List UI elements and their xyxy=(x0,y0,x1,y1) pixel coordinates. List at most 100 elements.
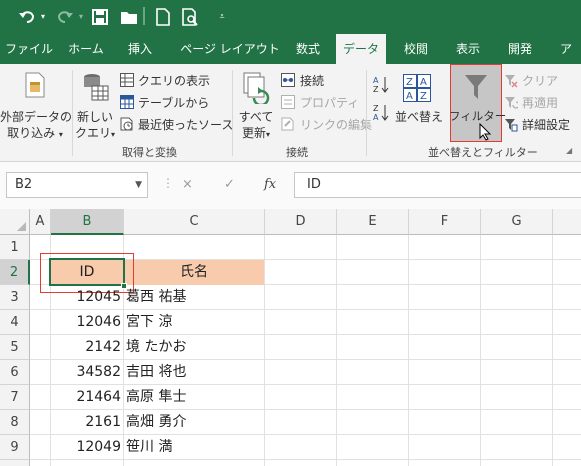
cell-b7[interactable]: 21464 xyxy=(51,385,123,409)
new-query-button[interactable]: 新しい クエリ▾ xyxy=(74,68,116,142)
from-table-button[interactable]: テーブルから xyxy=(118,94,228,112)
sort-button[interactable]: ZAAZ 並べ替え xyxy=(394,68,444,142)
group-separator xyxy=(232,70,233,156)
cell-c9[interactable]: 笹川 満 xyxy=(124,435,264,459)
open-folder-icon[interactable] xyxy=(120,7,138,27)
svg-text:Z: Z xyxy=(373,104,379,113)
cell-c4[interactable]: 宮下 涼 xyxy=(124,310,264,334)
row-header-4[interactable]: 4 xyxy=(0,310,30,335)
svg-text:A: A xyxy=(406,91,413,102)
tab-data[interactable]: データ xyxy=(336,34,386,64)
undo-dropdown-icon[interactable]: ▾ xyxy=(38,7,48,27)
row-header-6[interactable]: 6 xyxy=(0,360,30,385)
tab-review[interactable]: 校閲 xyxy=(394,34,438,64)
filter-button[interactable]: フィルター xyxy=(449,64,506,144)
cell-c2[interactable]: 氏名 xyxy=(124,260,264,284)
row-header-3[interactable]: 3 xyxy=(0,285,30,310)
cell-b8[interactable]: 2161 xyxy=(51,410,123,434)
cell-c8[interactable]: 高畑 勇介 xyxy=(124,410,264,434)
print-preview-icon[interactable] xyxy=(182,7,200,27)
redo-icon[interactable] xyxy=(56,7,74,27)
edit-links-label: リンクの編集 xyxy=(300,118,373,132)
filter-funnel-icon xyxy=(464,74,488,103)
clear-filter-icon xyxy=(504,74,518,91)
cell-c7[interactable]: 高原 隼士 xyxy=(124,385,264,409)
column-header-d[interactable]: D xyxy=(265,209,337,235)
tab-view[interactable]: 表示 xyxy=(446,34,490,64)
show-queries-button[interactable]: クエリの表示 xyxy=(118,72,228,90)
edit-links-button[interactable]: リンクの編集 xyxy=(280,116,372,134)
column-header-f[interactable]: F xyxy=(409,209,481,235)
tab-home[interactable]: ホーム xyxy=(62,34,110,64)
clear-filter-button[interactable]: クリア xyxy=(504,72,580,90)
cell-c6[interactable]: 吉田 将也 xyxy=(124,360,264,384)
cell-c5[interactable]: 境 たかお xyxy=(124,335,264,359)
new-query-icon xyxy=(82,72,110,105)
formula-input[interactable]: ID xyxy=(294,172,581,198)
name-box[interactable]: B2 ▼ xyxy=(6,172,148,198)
svg-text:A: A xyxy=(420,77,427,88)
svg-text:A: A xyxy=(373,113,379,121)
column-header-a[interactable]: A xyxy=(30,209,51,235)
cancel-entry-button[interactable]: × xyxy=(182,172,193,198)
cell-b6[interactable]: 34582 xyxy=(51,360,123,384)
group-label-sort-filter: 並べ替えとフィルター xyxy=(428,146,538,159)
properties-button[interactable]: プロパティ xyxy=(280,94,360,112)
column-header-b[interactable]: B xyxy=(51,209,124,235)
cell-c3[interactable]: 葛西 祐基 xyxy=(124,285,264,309)
tab-insert[interactable]: 挿入 xyxy=(118,34,162,64)
advanced-filter-icon xyxy=(504,118,518,135)
column-header-e[interactable]: E xyxy=(337,209,409,235)
row-header-8[interactable]: 8 xyxy=(0,410,30,435)
get-external-data-button[interactable]: 外部データの 取り込み ▾ xyxy=(0,68,72,142)
new-document-icon[interactable] xyxy=(156,7,170,27)
row-header-10[interactable] xyxy=(0,460,30,466)
tab-more[interactable]: ア xyxy=(552,34,580,64)
row-header-1[interactable]: 1 xyxy=(0,235,30,260)
svg-text:Z: Z xyxy=(420,91,427,102)
recent-sources-button[interactable]: 最近使ったソース xyxy=(118,116,233,134)
dialog-launcher-icon[interactable]: ◢ xyxy=(566,146,572,155)
formula-bar-grip-icon: ⋮ xyxy=(162,176,174,190)
undo-icon[interactable] xyxy=(18,7,36,27)
group-separator xyxy=(366,70,367,156)
select-all-button[interactable] xyxy=(0,209,30,235)
save-icon[interactable] xyxy=(92,7,108,27)
row-header-5[interactable]: 5 xyxy=(0,335,30,360)
row-header-2[interactable]: 2 xyxy=(0,260,30,285)
connections-button[interactable]: 接続 xyxy=(280,72,360,90)
from-table-icon xyxy=(120,95,134,112)
edit-links-icon xyxy=(281,117,295,134)
tab-formulas[interactable]: 数式 xyxy=(286,34,330,64)
tab-developer[interactable]: 開発 xyxy=(498,34,542,64)
insert-function-button[interactable]: fx xyxy=(264,172,276,198)
svg-text:Z: Z xyxy=(406,77,413,88)
sort-za-icon: ZA xyxy=(373,103,389,124)
redo-dropdown-icon[interactable]: ▾ xyxy=(76,7,86,27)
cell-b5[interactable]: 2142 xyxy=(51,335,123,359)
row-header-9[interactable]: 9 xyxy=(0,435,30,460)
column-header-c[interactable]: C xyxy=(124,209,265,235)
tab-page-layout[interactable]: ページ レイアウト xyxy=(180,34,280,64)
cell-b9[interactable]: 12049 xyxy=(51,435,123,459)
worksheet-grid[interactable]: A B C D E F G 1 2 3 4 5 6 7 8 9 ID 氏名 12… xyxy=(0,209,581,466)
cell-b3[interactable]: 12045 xyxy=(51,285,123,309)
advanced-filter-button[interactable]: 詳細設定 xyxy=(504,116,580,134)
tab-file[interactable]: ファイル xyxy=(0,34,58,64)
sort-descending-button[interactable]: ZA xyxy=(372,102,390,122)
mouse-cursor-icon xyxy=(479,122,493,144)
row-header-7[interactable]: 7 xyxy=(0,385,30,410)
column-header-g[interactable]: G xyxy=(481,209,553,235)
show-queries-label: クエリの表示 xyxy=(138,74,211,88)
customize-qat-icon[interactable]: ⩡ xyxy=(216,7,228,27)
cell-b4[interactable]: 12046 xyxy=(51,310,123,334)
enter-entry-button[interactable]: ✓ xyxy=(224,172,235,198)
formula-input-value: ID xyxy=(307,177,321,192)
properties-label: プロパティ xyxy=(300,96,360,110)
recent-sources-icon xyxy=(120,117,134,134)
reapply-button[interactable]: 再適用 xyxy=(504,94,580,112)
name-box-dropdown-icon[interactable]: ▼ xyxy=(135,173,142,197)
sort-ascending-button[interactable]: AZ xyxy=(372,74,390,94)
column-header-h[interactable] xyxy=(553,209,581,235)
refresh-all-button[interactable]: すべて 更新▾ xyxy=(234,68,278,142)
